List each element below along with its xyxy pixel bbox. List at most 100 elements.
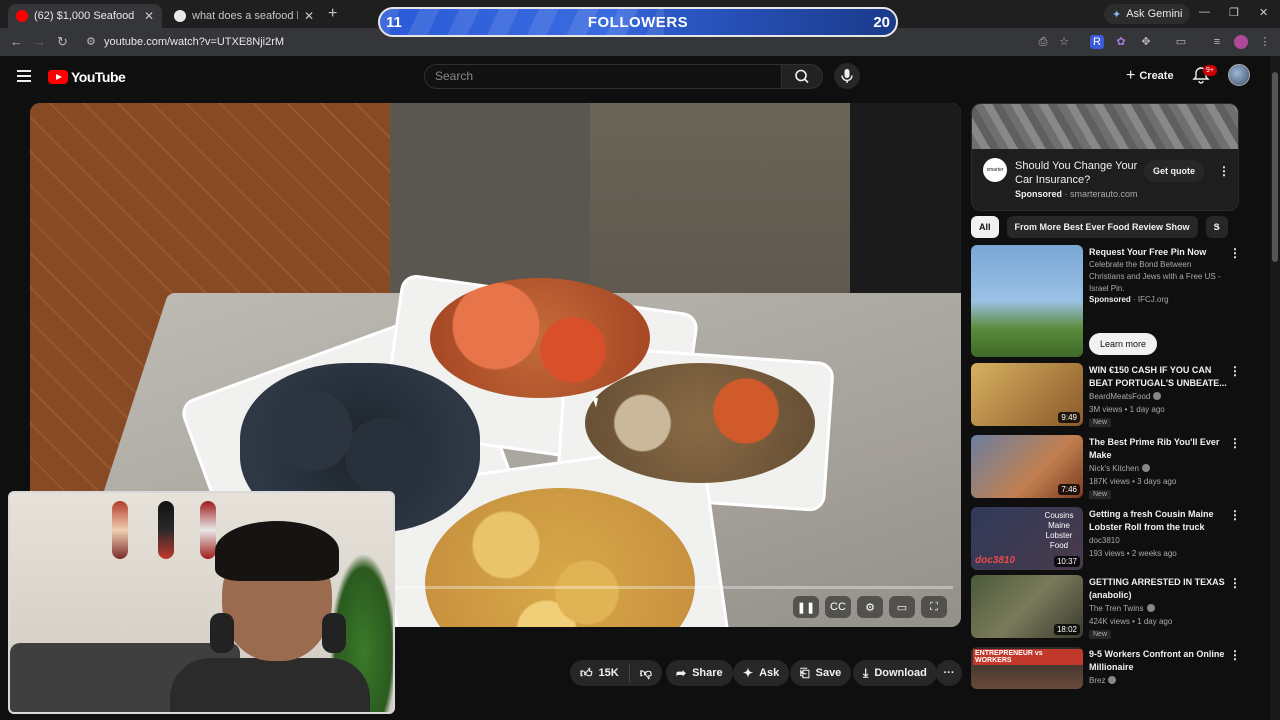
reload-icon[interactable]: ↻: [57, 34, 68, 50]
sidepanel-icon[interactable]: ▭: [1174, 35, 1188, 49]
duration-badge: 18:02: [1053, 624, 1080, 635]
ad-banner-image: [972, 104, 1238, 149]
close-tab-icon[interactable]: ✕: [144, 9, 154, 23]
rec-channel[interactable]: The Tren Twins: [1089, 603, 1155, 615]
followers-goal-overlay: 11 FOLLOWERS 20: [378, 7, 898, 37]
profile-avatar-icon[interactable]: [1234, 35, 1248, 49]
recommendation-item[interactable]: Request Your Free Pin Now Celebrate the …: [971, 245, 1246, 357]
rec-channel[interactable]: doc3810: [1089, 535, 1120, 547]
rec-channel[interactable]: Brez: [1089, 675, 1117, 687]
streamer-webcam: [8, 491, 395, 714]
extensions-puzzle-icon[interactable]: ✥: [1139, 35, 1153, 49]
minimize-icon[interactable]: —: [1199, 6, 1210, 18]
like-button[interactable]: 👍︎ 15K: [570, 664, 630, 682]
captions-icon[interactable]: CC: [825, 596, 851, 618]
video-thumbnail[interactable]: 9:49: [971, 363, 1083, 426]
duration-badge: 9:49: [1058, 412, 1080, 423]
ad-options-icon[interactable]: ⋮: [1218, 164, 1230, 178]
scrollbar-thumb[interactable]: [1272, 72, 1278, 262]
skateboard-image: [112, 501, 128, 559]
bookmark-icon: ⎗: [800, 665, 810, 680]
youtube-play-logo-icon: [48, 70, 68, 84]
search-button[interactable]: [781, 64, 823, 89]
site-info-icon[interactable]: ⚙: [86, 35, 96, 48]
chip-from-show[interactable]: From More Best Ever Food Review Show: [1006, 216, 1198, 238]
search-input[interactable]: Search: [424, 64, 782, 89]
rec-sponsor-line: Sponsored · IFCJ.org: [1089, 295, 1169, 304]
rec-title[interactable]: WIN €150 CASH IF YOU CAN BEAT PORTUGAL'S…: [1089, 364, 1227, 390]
clams-crab-image: [585, 363, 815, 483]
rec-description: Celebrate the Bond Between Christians an…: [1089, 260, 1221, 293]
maximize-icon[interactable]: ❐: [1229, 6, 1239, 19]
video-thumbnail[interactable]: 7:46: [971, 435, 1083, 498]
ad-title[interactable]: Should You Change Your Car Insurance?: [1015, 159, 1145, 187]
save-button[interactable]: ⎗ Save: [790, 660, 852, 686]
dislike-button[interactable]: 👎︎: [630, 666, 662, 681]
browser-menu-icon[interactable]: ⋮: [1258, 35, 1272, 49]
forward-icon[interactable]: →: [33, 34, 46, 49]
learn-more-button[interactable]: Learn more: [1089, 333, 1157, 355]
video-thumbnail[interactable]: [971, 245, 1083, 357]
media-controls-icon[interactable]: ≡: [1210, 35, 1224, 49]
more-options-icon[interactable]: ⋮: [1229, 508, 1241, 522]
back-icon[interactable]: ←: [10, 34, 23, 49]
create-button[interactable]: + Create: [1118, 65, 1182, 87]
rec-channel[interactable]: Nick's Kitchen: [1089, 463, 1150, 475]
new-badge: New: [1089, 630, 1112, 639]
more-options-icon[interactable]: ⋮: [1229, 436, 1241, 450]
menu-icon[interactable]: [17, 70, 31, 82]
rec-title[interactable]: GETTING ARRESTED IN TEXAS (anabolic): [1089, 576, 1227, 602]
more-options-icon[interactable]: ⋮: [1229, 576, 1241, 590]
tab-title: (62) $1,000 Seafood Boil in New: [34, 10, 138, 22]
recommendation-item[interactable]: 18:02 GETTING ARRESTED IN TEXAS (anaboli…: [971, 575, 1246, 639]
browser-tab-youtube[interactable]: (62) $1,000 Seafood Boil in New ✕: [8, 4, 162, 28]
recommendation-item[interactable]: ENTREPRENEUR vs WORKERS 9-5 Workers Conf…: [971, 647, 1246, 710]
extension-swirl-icon[interactable]: ✿: [1114, 35, 1128, 49]
share-button[interactable]: ➦ Share: [666, 660, 733, 686]
sponsored-ad-card[interactable]: smarter Should You Change Your Car Insur…: [971, 103, 1239, 211]
new-badge: New: [1089, 490, 1112, 499]
rec-title[interactable]: Getting a fresh Cousin Maine Lobster Rol…: [1089, 508, 1227, 534]
new-badge: New: [1089, 418, 1112, 427]
autoplay-toggle-icon[interactable]: ❚❚: [793, 596, 819, 618]
settings-gear-icon[interactable]: ⚙: [857, 596, 883, 618]
rec-title[interactable]: Request Your Free Pin Now: [1089, 246, 1227, 259]
rec-title[interactable]: 9-5 Workers Confront an Online Millionai…: [1089, 648, 1227, 674]
more-options-icon[interactable]: ⋮: [1229, 648, 1241, 662]
chevron-right-icon[interactable]: ›: [1216, 220, 1220, 234]
install-app-icon[interactable]: ⎙: [1036, 35, 1050, 49]
page-scrollbar[interactable]: [1270, 56, 1280, 720]
voice-search-button[interactable]: [834, 63, 860, 89]
chip-all[interactable]: All: [971, 216, 999, 238]
account-avatar[interactable]: [1228, 64, 1250, 86]
thumbs-up-icon: 👍︎: [580, 665, 593, 680]
rec-channel[interactable]: BeardMeatsFood: [1089, 391, 1162, 403]
new-tab-button[interactable]: +: [328, 5, 337, 23]
sparkle-icon: ✦: [743, 666, 754, 680]
more-options-icon[interactable]: ⋮: [1229, 364, 1241, 378]
advertiser-logo: smarter: [983, 158, 1007, 182]
recommendation-item[interactable]: 7:46 The Best Prime Rib You'll Ever Make…: [971, 435, 1246, 499]
rec-title[interactable]: The Best Prime Rib You'll Ever Make: [1089, 436, 1227, 462]
bookmark-star-icon[interactable]: ☆: [1057, 35, 1071, 49]
close-tab-icon[interactable]: ✕: [304, 9, 314, 23]
ask-button[interactable]: ✦ Ask: [733, 660, 790, 686]
ask-gemini-button[interactable]: ✦ Ask Gemini: [1104, 4, 1191, 24]
extension-r-icon[interactable]: R: [1090, 35, 1104, 49]
download-button[interactable]: ⤓ Download: [853, 660, 937, 686]
more-actions-button[interactable]: ···: [936, 660, 962, 686]
youtube-logo[interactable]: YouTube: [48, 69, 126, 85]
close-window-icon[interactable]: ✕: [1259, 6, 1268, 19]
video-thumbnail[interactable]: Cousins Maine Lobster Food doc3810 10:37: [971, 507, 1083, 570]
recommendation-item[interactable]: 9:49 WIN €150 CASH IF YOU CAN BEAT PORTU…: [971, 363, 1246, 427]
theater-mode-icon[interactable]: ▭: [889, 596, 915, 618]
get-quote-button[interactable]: Get quote: [1144, 160, 1204, 182]
video-thumbnail[interactable]: 18:02: [971, 575, 1083, 638]
followers-label: FOLLOWERS: [587, 13, 689, 31]
like-dislike-group: 👍︎ 15K 👎︎: [570, 660, 662, 686]
more-options-icon[interactable]: ⋮: [1229, 246, 1241, 260]
fullscreen-icon[interactable]: ⛶: [921, 596, 947, 618]
browser-tab-search[interactable]: what does a seafood boil look l ✕: [166, 4, 322, 28]
video-thumbnail[interactable]: ENTREPRENEUR vs WORKERS: [971, 647, 1083, 689]
recommendation-item[interactable]: Cousins Maine Lobster Food doc3810 10:37…: [971, 507, 1246, 570]
